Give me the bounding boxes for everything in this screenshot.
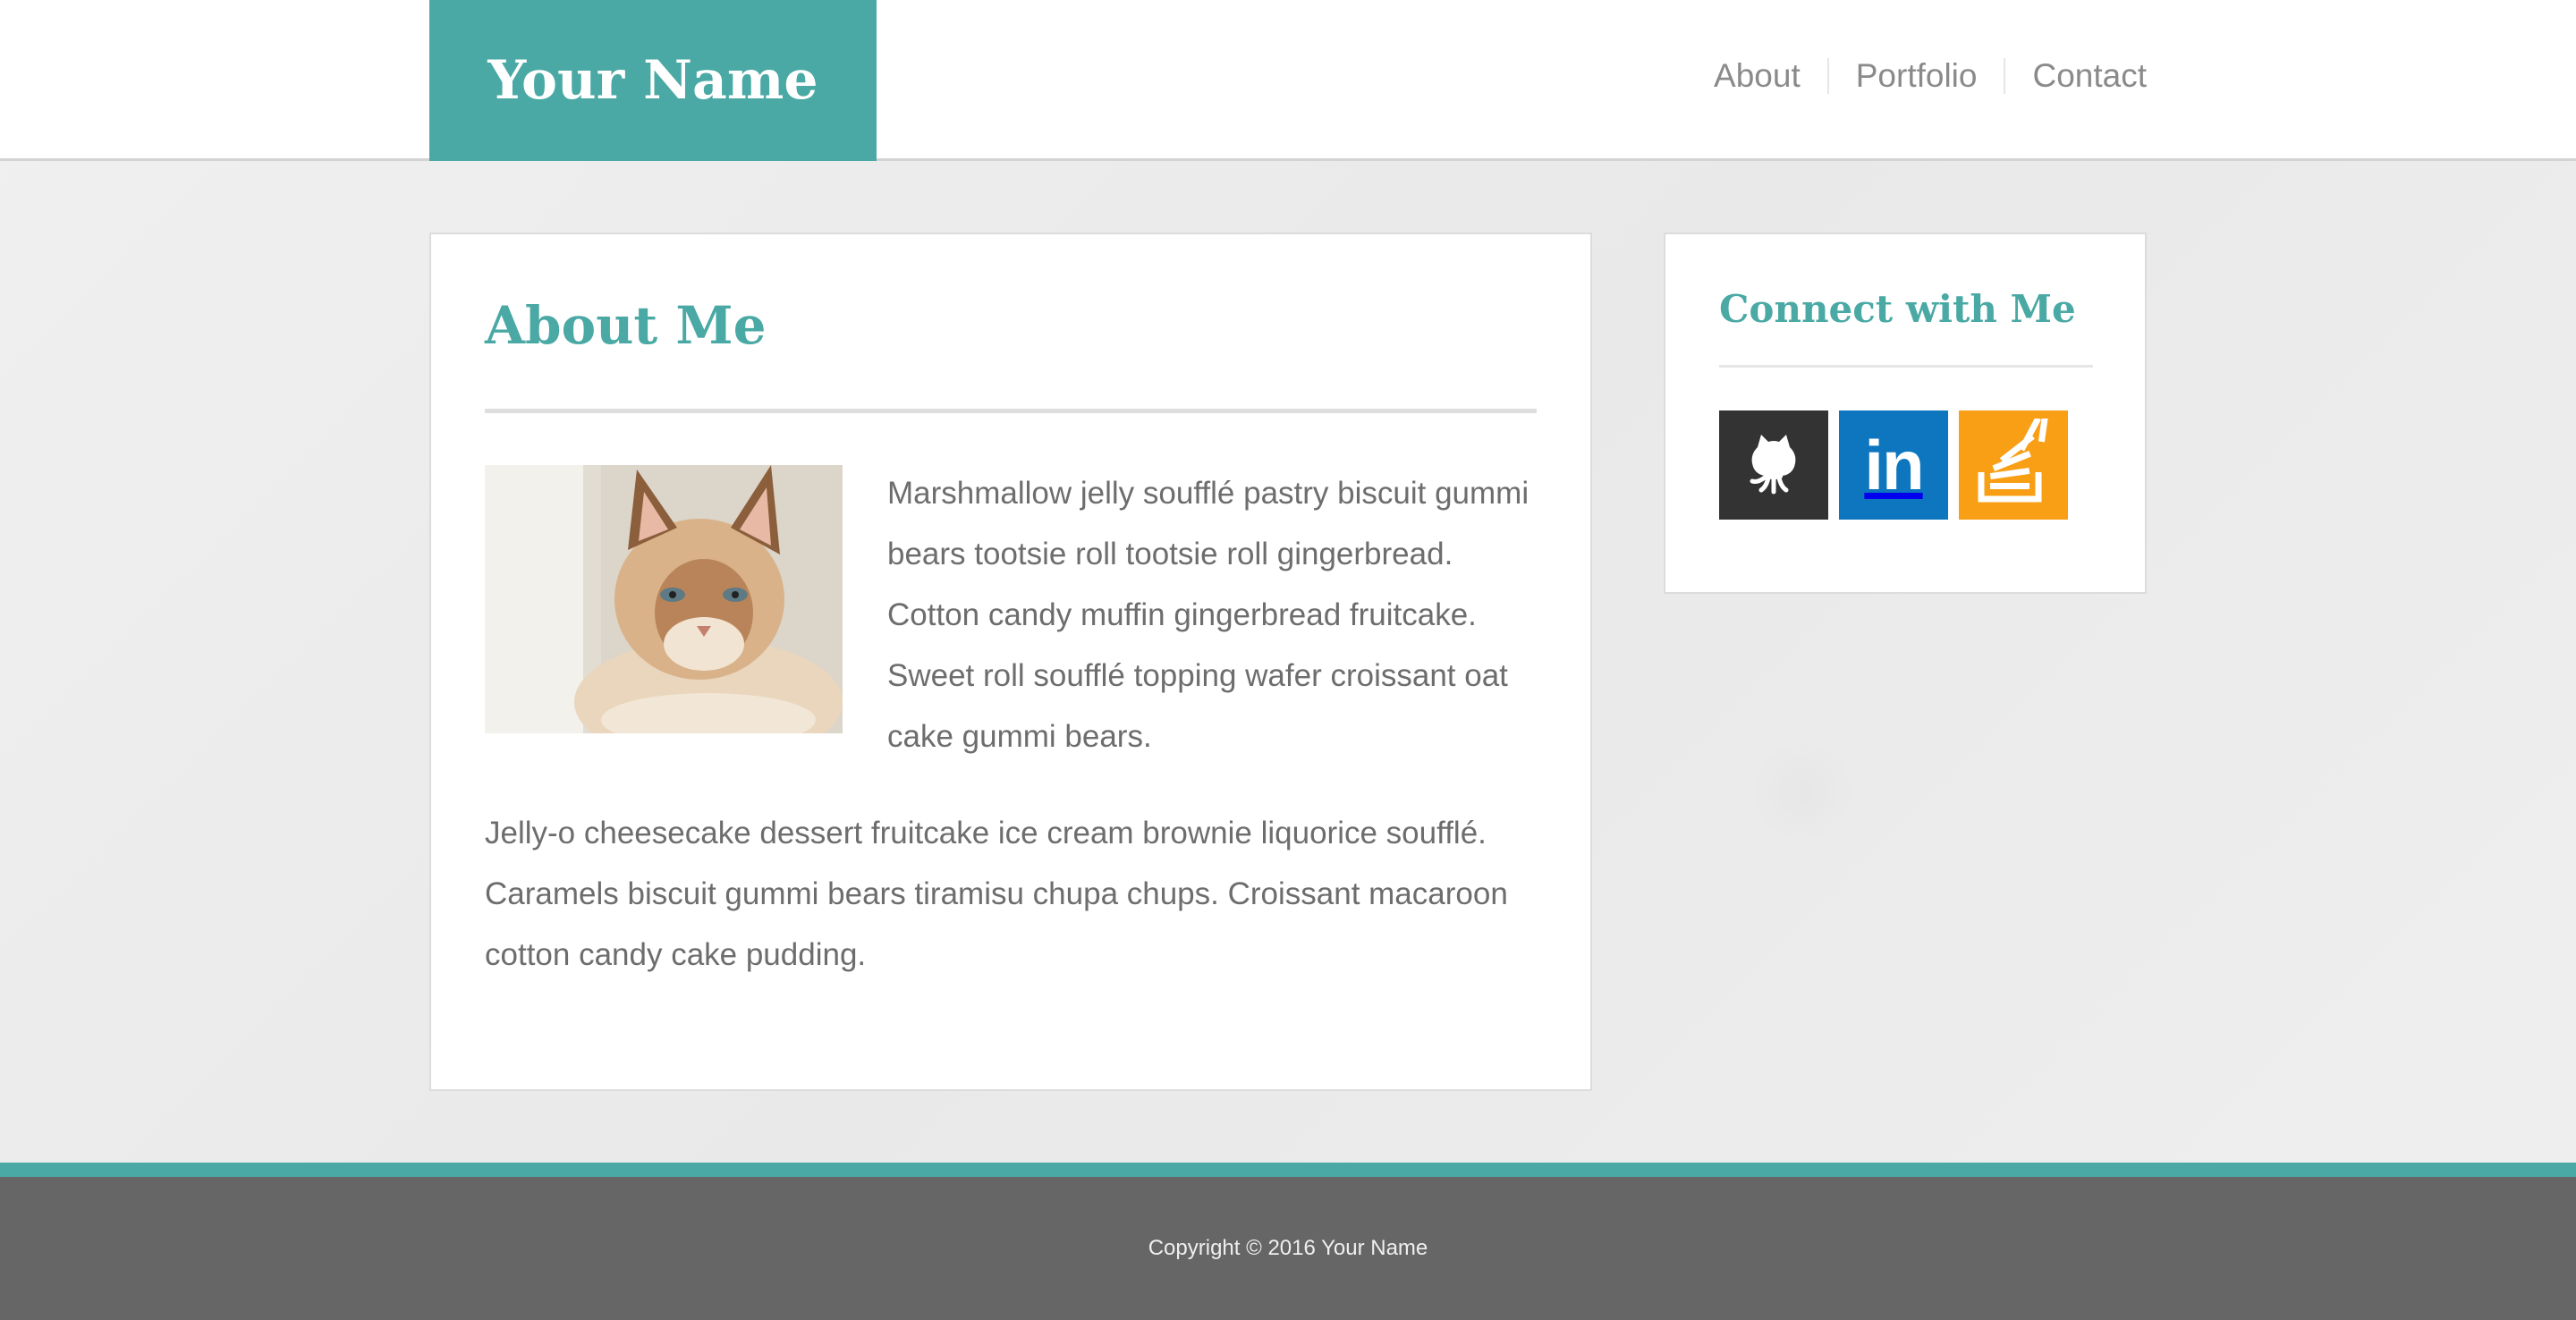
footer-accent-stripe xyxy=(0,1163,2576,1177)
linkedin-icon: in xyxy=(1864,425,1924,504)
stackoverflow-link[interactable] xyxy=(1959,410,2068,520)
github-link[interactable] xyxy=(1719,410,1828,520)
main-nav: About Portfolio Contact xyxy=(1687,0,2147,152)
brand-logo[interactable]: Your Name xyxy=(429,0,877,161)
page-title: About Me xyxy=(485,295,767,356)
brand-name: Your Name xyxy=(487,49,818,112)
cat-photo xyxy=(485,465,843,733)
copyright-text: Copyright © 2016 Your Name xyxy=(1148,1236,1428,1260)
stackoverflow-icon xyxy=(1969,414,2058,512)
nav-link-contact[interactable]: Contact xyxy=(2004,58,2147,94)
github-icon xyxy=(1738,427,1809,503)
linkedin-link[interactable]: in xyxy=(1839,410,1948,520)
about-card: About Me Marshmallow jelly soufflé pastr… xyxy=(429,233,1592,1091)
site-header: Your Name About Portfolio Contact xyxy=(0,0,2576,161)
about-paragraph-1: Marshmallow jelly soufflé pastry biscuit… xyxy=(485,463,1537,767)
nav-link-about[interactable]: About xyxy=(1687,58,1827,94)
connect-card: Connect with Me in xyxy=(1664,233,2147,594)
social-links: in xyxy=(1719,410,2091,520)
about-paragraph-2: Jelly-o cheesecake dessert fruitcake ice… xyxy=(485,816,1508,972)
title-divider xyxy=(485,409,1537,413)
about-paragraph-1-text: Marshmallow jelly soufflé pastry biscuit… xyxy=(887,476,1530,754)
nav-link-portfolio[interactable]: Portfolio xyxy=(1826,58,2004,94)
connect-divider xyxy=(1719,365,2093,368)
connect-title: Connect with Me xyxy=(1719,287,2076,331)
site-footer: Copyright © 2016 Your Name xyxy=(0,1177,2576,1320)
